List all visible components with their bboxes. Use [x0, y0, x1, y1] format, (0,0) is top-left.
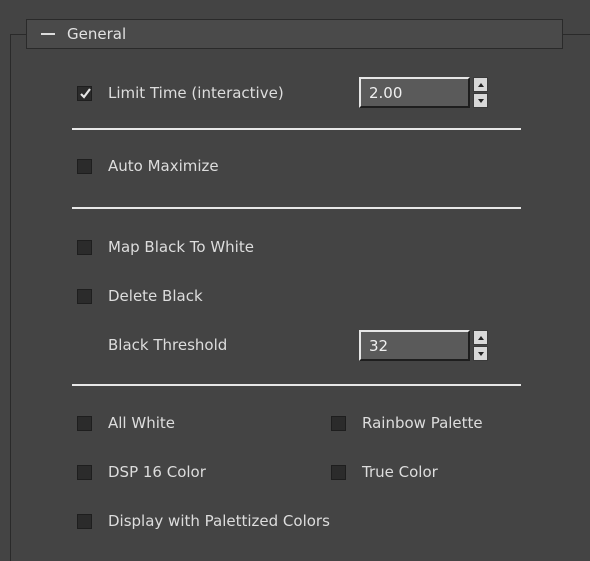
dsp-16-color-label: DSP 16 Color	[108, 463, 206, 481]
limit-time-label: Limit Time (interactive)	[108, 84, 284, 102]
separator	[72, 384, 521, 386]
all-white-checkbox[interactable]	[77, 415, 92, 431]
separator	[72, 128, 521, 130]
all-white-label: All White	[108, 414, 175, 432]
black-threshold-spinner[interactable]	[359, 330, 488, 361]
arrow-up-icon	[477, 82, 484, 87]
black-threshold-increment-button[interactable]	[473, 330, 488, 345]
limit-time-increment-button[interactable]	[473, 77, 488, 92]
delete-black-row[interactable]: Delete Black	[77, 284, 203, 308]
general-rollout-panel: General Limit Time (interactive) Auto Ma…	[0, 0, 590, 561]
map-black-to-white-label: Map Black To White	[108, 238, 254, 256]
auto-maximize-row[interactable]: Auto Maximize	[77, 154, 219, 178]
display-palettized-row[interactable]: Display with Palettized Colors	[77, 509, 330, 533]
rainbow-palette-checkbox[interactable]	[331, 415, 346, 431]
rollout-title: General	[67, 25, 127, 43]
limit-time-row[interactable]: Limit Time (interactive)	[77, 81, 284, 105]
arrow-up-icon	[477, 335, 484, 340]
true-color-label: True Color	[362, 463, 438, 481]
arrow-down-icon	[477, 351, 484, 356]
checkmark-icon	[80, 87, 91, 99]
black-threshold-spin-buttons	[473, 330, 488, 361]
delete-black-label: Delete Black	[108, 287, 203, 305]
auto-maximize-label: Auto Maximize	[108, 157, 219, 175]
limit-time-spinner[interactable]	[359, 77, 488, 108]
rollout-header-general[interactable]: General	[26, 19, 563, 49]
delete-black-checkbox[interactable]	[77, 288, 92, 304]
auto-maximize-checkbox[interactable]	[77, 158, 92, 174]
limit-time-spin-buttons	[473, 77, 488, 108]
display-palettized-label: Display with Palettized Colors	[108, 512, 330, 530]
true-color-checkbox[interactable]	[331, 464, 346, 480]
rainbow-palette-row[interactable]: Rainbow Palette	[331, 411, 483, 435]
collapse-minus-icon[interactable]	[41, 33, 55, 35]
limit-time-decrement-button[interactable]	[473, 93, 488, 108]
limit-time-input[interactable]	[359, 77, 470, 108]
frame-border-top-right	[563, 34, 590, 35]
dsp-16-color-checkbox[interactable]	[77, 464, 92, 480]
true-color-row[interactable]: True Color	[331, 460, 438, 484]
rainbow-palette-label: Rainbow Palette	[362, 414, 483, 432]
all-white-row[interactable]: All White	[77, 411, 175, 435]
arrow-down-icon	[477, 98, 484, 103]
dsp-16-color-row[interactable]: DSP 16 Color	[77, 460, 206, 484]
map-black-to-white-row[interactable]: Map Black To White	[77, 235, 254, 259]
frame-border-left	[10, 34, 11, 561]
display-palettized-checkbox[interactable]	[77, 513, 92, 529]
black-threshold-label: Black Threshold	[108, 336, 228, 354]
black-threshold-decrement-button[interactable]	[473, 346, 488, 361]
frame-border-top-left	[10, 34, 26, 35]
black-threshold-input[interactable]	[359, 330, 470, 361]
map-black-to-white-checkbox[interactable]	[77, 239, 92, 255]
limit-time-checkbox[interactable]	[77, 85, 92, 101]
separator	[72, 207, 521, 209]
